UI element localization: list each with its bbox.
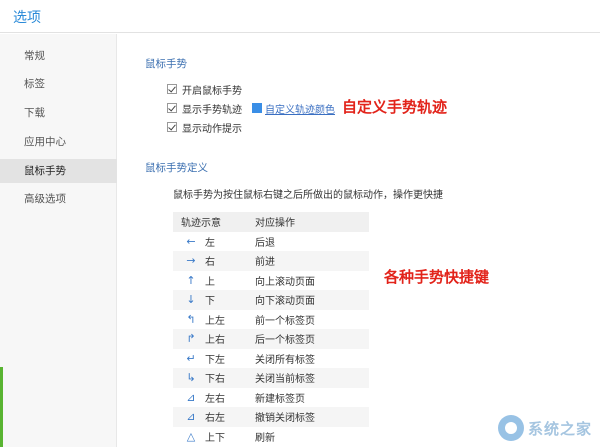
gesture-label: 上右	[205, 335, 225, 347]
action-label: 撤销关闭标签	[255, 413, 315, 425]
gesture-label: 上	[205, 276, 215, 288]
sidebar-item-app-center[interactable]: 应用中心	[0, 130, 117, 154]
option-show-trail[interactable]: 显示手势轨迹 自定义轨迹颜色	[167, 101, 335, 116]
sidebar-item-download[interactable]: 下载	[0, 101, 117, 125]
arrow-left-right-icon: ⊿	[186, 390, 196, 404]
gesture-description: 鼠标手势为按住鼠标右键之后所做出的鼠标动作，操作更快捷	[173, 190, 443, 201]
table-row: ↰ 上左 前一个标签页	[173, 310, 369, 330]
arrow-down-right-icon: ↳	[186, 371, 196, 385]
action-label: 新建标签页	[255, 393, 305, 405]
enable-gesture-label: 开启鼠标手势	[182, 85, 242, 97]
show-trail-checkbox[interactable]	[167, 103, 177, 113]
table-row: ↳ 下右 关闭当前标签	[173, 368, 369, 388]
show-trail-label: 显示手势轨迹	[182, 104, 242, 116]
table-row: △ 上下 刷新	[173, 427, 369, 447]
table-row: ⊿ 左右 新建标签页	[173, 388, 369, 408]
gesture-table: 轨迹示意 对应操作 ← 左后退 → 右前进 ↑ 上向上滚动页面 ↓ 下向下滚动页面 ↰ 上左 前一个…	[173, 212, 369, 446]
sidebar-accent-bar	[0, 367, 3, 447]
gesture-cell: ↓ 下	[173, 292, 253, 307]
mouse-gesture-section-title: 鼠标手势	[145, 58, 187, 70]
gesture-cell: ↱ 上右	[173, 331, 253, 346]
sidebar-item-tabs[interactable]: 标签	[0, 72, 117, 96]
gesture-cell: ⊿ 右左	[173, 409, 253, 424]
gesture-label: 右左	[205, 413, 225, 425]
custom-trail-color-link[interactable]: 自定义轨迹颜色	[265, 101, 335, 116]
action-label: 刷新	[255, 432, 275, 444]
gesture-label: 右	[205, 257, 215, 269]
trail-color-swatch[interactable]	[252, 103, 262, 113]
title-bar: 选项	[0, 0, 600, 33]
gesture-definition-section-title: 鼠标手势定义	[145, 162, 208, 174]
gesture-cell: ↵ 下左	[173, 351, 253, 366]
arrow-up-right-icon: ↱	[186, 332, 196, 346]
gesture-label: 左	[205, 237, 215, 249]
window-title: 选项	[13, 10, 41, 26]
action-label: 前进	[255, 257, 275, 269]
gesture-label: 下	[205, 296, 215, 308]
action-label: 后退	[255, 237, 275, 249]
watermark: 系统之家	[497, 415, 592, 441]
table-row: ⊿ 右左 撤销关闭标签	[173, 407, 369, 427]
annotation-shortcuts: 各种手势快捷键	[384, 268, 490, 286]
arrow-down-left-icon: ↵	[186, 351, 196, 365]
option-enable-gesture[interactable]: 开启鼠标手势	[167, 82, 242, 97]
enable-gesture-checkbox[interactable]	[167, 84, 177, 94]
gesture-label: 下左	[205, 354, 225, 366]
header-trail: 轨迹示意	[181, 218, 221, 230]
arrow-up-left-icon: ↰	[186, 312, 196, 326]
gesture-cell: ← 左	[173, 234, 253, 249]
action-label: 向上滚动页面	[255, 276, 315, 288]
arrow-right-left-icon: ⊿	[186, 410, 196, 424]
sidebar: 常规 标签 下载 应用中心 鼠标手势 高级选项	[0, 34, 117, 447]
watermark-text: 系统之家	[527, 419, 592, 438]
sidebar-item-general[interactable]: 常规	[0, 44, 117, 68]
table-row: ↑ 上向上滚动页面	[173, 271, 369, 291]
arrow-left-icon: ←	[186, 234, 196, 248]
table-row: ↵ 下左 关闭所有标签	[173, 349, 369, 369]
sidebar-item-mouse-gesture[interactable]: 鼠标手势	[0, 159, 117, 183]
arrow-right-icon: →	[186, 254, 196, 268]
sidebar-item-advanced[interactable]: 高级选项	[0, 187, 117, 211]
action-label: 关闭当前标签	[255, 374, 315, 386]
gesture-cell: △ 上下	[173, 429, 253, 444]
arrow-up-icon: ↑	[186, 273, 196, 287]
gesture-cell: → 右	[173, 253, 253, 268]
table-header-row: 轨迹示意 对应操作	[173, 212, 369, 232]
gesture-label: 上下	[205, 432, 225, 444]
arrow-down-icon: ↓	[186, 293, 196, 307]
action-label: 关闭所有标签	[255, 354, 315, 366]
table-row: ↱ 上右 后一个标签页	[173, 329, 369, 349]
table-row: ← 左后退	[173, 232, 369, 252]
gesture-label: 下右	[205, 374, 225, 386]
table-row: → 右前进	[173, 251, 369, 271]
content-panel: 鼠标手势 开启鼠标手势 显示手势轨迹 自定义轨迹颜色 显示动作提示 自定义手势轨…	[117, 34, 600, 447]
gesture-cell: ↰ 上左	[173, 312, 253, 327]
table-row: ↓ 下向下滚动页面	[173, 290, 369, 310]
show-hint-checkbox[interactable]	[167, 122, 177, 132]
arrow-up-down-icon: △	[186, 429, 196, 443]
gesture-cell: ⊿ 左右	[173, 390, 253, 405]
gesture-cell: ↳ 下右	[173, 370, 253, 385]
show-hint-label: 显示动作提示	[182, 123, 242, 135]
option-show-hint[interactable]: 显示动作提示	[167, 120, 242, 135]
action-label: 前一个标签页	[255, 315, 315, 327]
header-action: 对应操作	[255, 218, 295, 230]
annotation-custom-trail: 自定义手势轨迹	[342, 98, 448, 116]
gesture-label: 左右	[205, 393, 225, 405]
watermark-logo-icon	[497, 415, 524, 441]
action-label: 后一个标签页	[255, 335, 315, 347]
action-label: 向下滚动页面	[255, 296, 315, 308]
gesture-cell: ↑ 上	[173, 273, 253, 288]
gesture-label: 上左	[205, 315, 225, 327]
